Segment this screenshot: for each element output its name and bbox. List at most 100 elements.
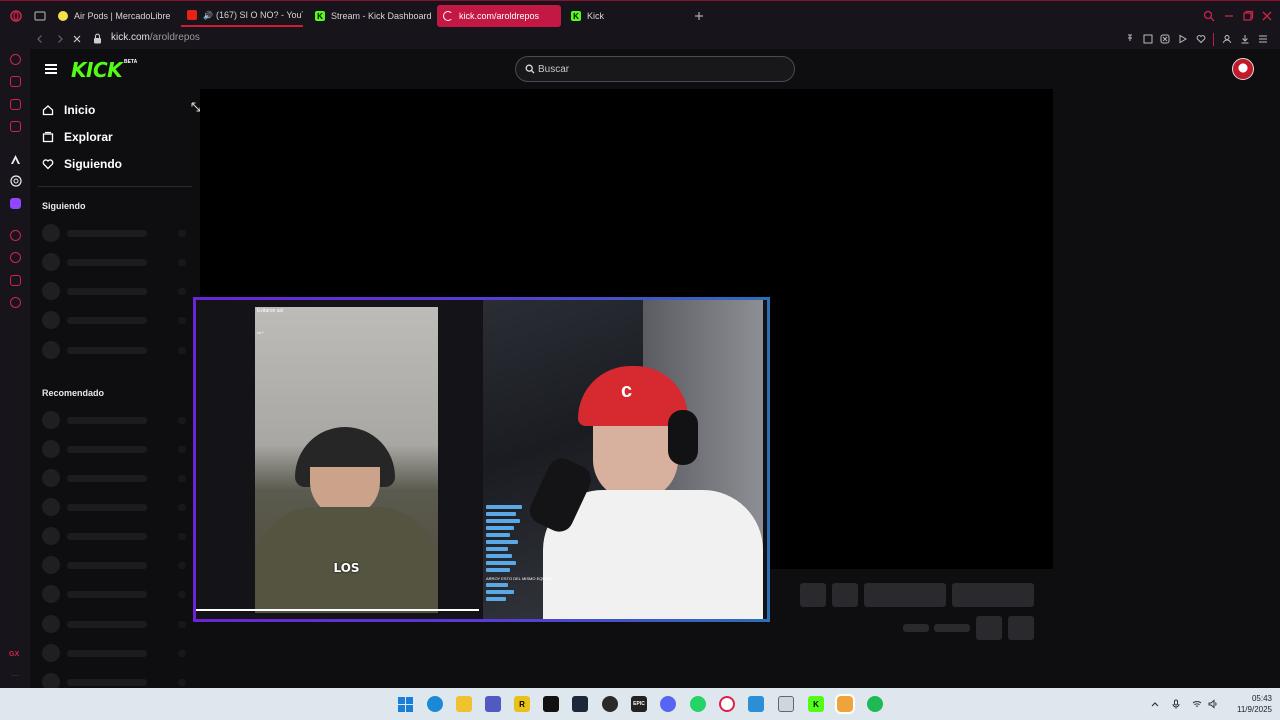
tab-kick-dashboard[interactable]: K Stream - Kick Dashboard — [309, 5, 434, 27]
kick-logo[interactable]: KICK — [71, 58, 123, 82]
roblox-icon[interactable] — [543, 696, 559, 712]
epic-games-icon[interactable]: EPIC — [631, 696, 647, 712]
clip-caption: LOS — [333, 561, 360, 575]
tab-kick-aroldrepos[interactable]: kick.com/aroldrepos — [437, 5, 561, 27]
teams-icon[interactable] — [485, 696, 501, 712]
speaker-icon[interactable]: 🔊 — [203, 11, 213, 20]
mercadolibre-favicon-icon — [58, 11, 68, 21]
tab-label: Kick — [587, 11, 605, 21]
search-tabs-icon[interactable] — [1203, 10, 1215, 22]
spotify-icon[interactable] — [867, 696, 883, 712]
nav-inicio[interactable]: Inicio — [42, 101, 95, 119]
nav-label: Explorar — [64, 130, 113, 144]
discord-icon[interactable] — [660, 696, 676, 712]
kick-sidebar-icon[interactable] — [10, 154, 21, 165]
active-browser-app-icon[interactable] — [837, 696, 853, 712]
chat-line — [486, 590, 514, 594]
nav-label: Siguiendo — [64, 157, 122, 171]
opera-gx-icon[interactable] — [719, 696, 735, 712]
easy-setup-menu-icon[interactable] — [1258, 34, 1268, 44]
opera-logo-icon[interactable] — [10, 10, 22, 22]
tab-mercadolibre[interactable]: Air Pods | MercadoLibre — [52, 5, 177, 27]
adblock-icon[interactable] — [1160, 34, 1170, 44]
chat-line — [486, 512, 516, 516]
close-icon[interactable] — [1261, 10, 1273, 22]
stop-loading-icon[interactable] — [72, 34, 82, 44]
twitch-icon[interactable] — [10, 198, 21, 209]
kick-app-icon[interactable]: K — [808, 696, 824, 712]
url-path: /aroldrepos — [149, 32, 200, 43]
wifi-icon[interactable] — [1192, 699, 1202, 709]
heart-icon — [42, 159, 54, 170]
shopping-icon[interactable] — [10, 76, 21, 87]
lock-icon[interactable] — [93, 33, 102, 44]
tab-label: Stream - Kick Dashboard — [331, 11, 432, 21]
user-avatar[interactable] — [1232, 58, 1254, 80]
chat-line — [486, 547, 508, 551]
tray-overflow-icon[interactable] — [1150, 699, 1160, 709]
player-sidebar-icon[interactable] — [10, 230, 21, 241]
volume-icon[interactable] — [1208, 699, 1218, 709]
gx-corner-icon[interactable]: GX — [9, 651, 19, 658]
chatgpt-icon[interactable] — [10, 175, 22, 187]
minimize-icon[interactable] — [1223, 10, 1235, 22]
recommended-skeleton-row — [42, 585, 192, 603]
recommended-skeleton-row — [42, 527, 192, 545]
more-icon[interactable]: ··· — [11, 671, 19, 680]
rockstar-icon[interactable]: R — [514, 696, 530, 712]
heart-bookmark-icon[interactable] — [1196, 34, 1206, 44]
file-explorer-icon[interactable] — [456, 696, 472, 712]
windows-taskbar: R EPIC K 05:43 11/9/2025 — [0, 688, 1280, 720]
news-icon[interactable] — [10, 121, 21, 132]
edge-icon[interactable] — [427, 696, 443, 712]
cube-app-icon[interactable] — [778, 696, 794, 712]
clip-person-hoodie — [255, 507, 438, 613]
nav-divider — [38, 186, 192, 187]
skeleton-button — [800, 583, 826, 607]
stream-pip-overlay[interactable]: Evitaron así co? LOS ᴄ ARROY ESTO DEL MI… — [193, 297, 770, 622]
snapshot-icon[interactable] — [1143, 34, 1153, 44]
skeleton-button — [832, 583, 858, 607]
player-icon[interactable] — [1178, 34, 1188, 44]
new-tab-plus-icon[interactable] — [693, 10, 705, 22]
whatsapp-icon[interactable] — [690, 696, 706, 712]
settings-icon[interactable] — [10, 297, 21, 308]
tab-label: kick.com/aroldrepos — [459, 11, 540, 21]
search-input[interactable] — [538, 61, 778, 77]
back-icon[interactable] — [35, 34, 45, 44]
browser-tab-bar: Air Pods | MercadoLibre 🔊 (167) SI O NO?… — [0, 0, 1280, 30]
download-icon[interactable] — [1240, 34, 1250, 44]
obs-icon[interactable] — [602, 696, 618, 712]
chat-line — [486, 554, 512, 558]
opera-sidebar: GX ··· — [0, 49, 30, 688]
nav-siguiendo[interactable]: Siguiendo — [42, 155, 122, 173]
recommended-skeleton-row — [42, 644, 192, 662]
tab-youtube[interactable]: 🔊 (167) SI O NO? - YouT — [181, 5, 303, 27]
windows-start-icon[interactable] — [398, 697, 413, 712]
loading-spinner-icon — [443, 11, 453, 21]
microphone-tray-icon[interactable] — [1171, 699, 1181, 709]
following-skeleton-row — [42, 224, 192, 242]
reaction-video-panel: Evitaron así co? LOS — [196, 300, 479, 619]
skeleton-button — [864, 583, 946, 607]
monitor-app-icon[interactable] — [748, 696, 764, 712]
pin-icon[interactable] — [1125, 34, 1135, 44]
tab-list-icon[interactable] — [34, 10, 46, 22]
history-icon[interactable] — [10, 252, 21, 263]
nav-explorar[interactable]: Explorar — [42, 128, 113, 146]
restore-icon[interactable] — [1242, 10, 1254, 22]
search-box[interactable] — [515, 56, 795, 82]
tab-label: (167) SI O NO? - YouT — [215, 10, 303, 20]
menu-icon[interactable] — [45, 64, 57, 74]
tab-kick[interactable]: K Kick — [565, 5, 685, 27]
extensions-icon[interactable] — [10, 275, 21, 286]
system-clock[interactable]: 05:43 11/9/2025 — [1224, 693, 1272, 715]
recommended-skeleton-row — [42, 498, 192, 516]
forward-icon[interactable] — [55, 34, 65, 44]
messenger-icon[interactable] — [10, 99, 21, 110]
profile-icon[interactable] — [1222, 34, 1232, 44]
aria-icon[interactable] — [10, 54, 21, 65]
steam-icon[interactable] — [572, 696, 588, 712]
url-field[interactable]: kick.com/aroldrepos — [111, 32, 200, 43]
youtube-favicon-icon — [187, 10, 197, 20]
